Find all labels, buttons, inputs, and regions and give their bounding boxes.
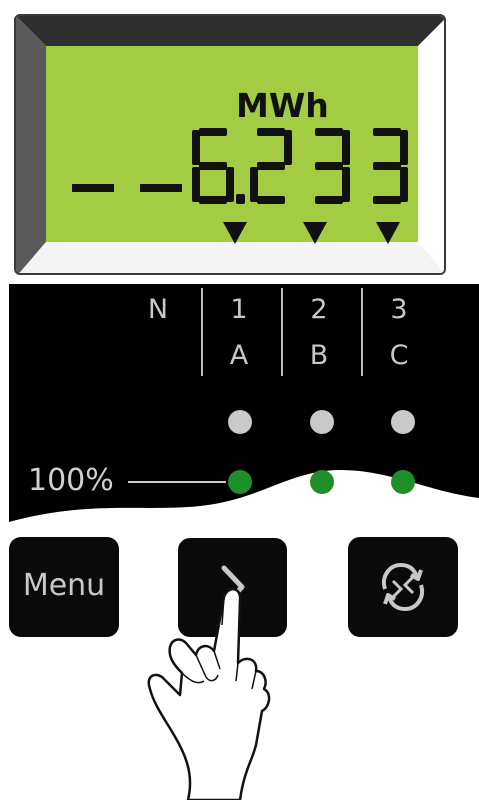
digit-segment <box>373 128 401 136</box>
phase-divider <box>201 288 203 376</box>
digit-segment <box>199 162 227 170</box>
led-phase-1-100pct <box>228 470 252 494</box>
reading-digits <box>192 128 408 204</box>
digit-segment <box>315 196 343 204</box>
pointing-hand-icon <box>147 588 271 800</box>
digit-segment <box>315 162 343 170</box>
decimal-point <box>236 194 245 204</box>
indicator-arrow <box>376 222 400 244</box>
digit-segment <box>257 162 285 170</box>
threshold-label: 100% <box>28 463 114 498</box>
phase-label-c: C <box>389 340 409 371</box>
digit-segment <box>257 128 285 136</box>
segment-dash <box>140 184 182 192</box>
led-phase-1-status <box>228 410 252 434</box>
led-phase-2-100pct <box>310 470 334 494</box>
digit-segment <box>199 128 227 136</box>
phase-label-1: 1 <box>230 294 248 325</box>
digit-segment <box>373 162 401 170</box>
digit-segment <box>226 167 234 202</box>
digit-segment <box>192 167 200 202</box>
phase-label-2: 2 <box>310 294 328 325</box>
digit-segment <box>199 196 227 204</box>
digit-segment <box>284 130 292 165</box>
indicator-arrow <box>303 222 327 244</box>
menu-button[interactable]: Menu <box>9 537 119 637</box>
segment-dash <box>72 184 114 192</box>
lcd-bezel: MWh <box>14 14 446 275</box>
digit-segment <box>192 130 200 165</box>
led-phase-3-100pct <box>391 470 415 494</box>
digit-segment <box>250 167 258 202</box>
phase-label-b: B <box>309 340 329 371</box>
digit-segment <box>373 196 401 204</box>
leading-segments <box>72 184 192 196</box>
phase-label-n: N <box>147 294 169 325</box>
lcd-screen: MWh <box>46 46 418 244</box>
led-phase-3-status <box>391 410 415 434</box>
cycle-button[interactable] <box>348 537 458 637</box>
phase-label-3: 3 <box>390 294 408 325</box>
indicator-arrow <box>223 222 247 244</box>
led-phase-2-status <box>310 410 334 434</box>
digit-segment <box>400 130 408 165</box>
threshold-line <box>128 481 226 483</box>
phase-divider <box>281 288 283 376</box>
phase-label-a: A <box>229 340 249 371</box>
digit-segment <box>315 128 343 136</box>
digit-segment <box>400 167 408 202</box>
unit-label: MWh <box>236 86 329 125</box>
digit-segment <box>257 196 285 204</box>
digit-segment <box>342 167 350 202</box>
digit-segment <box>342 130 350 165</box>
phase-divider <box>361 288 363 376</box>
cycle-arrows-icon <box>382 562 424 612</box>
menu-button-label: Menu <box>22 568 106 603</box>
